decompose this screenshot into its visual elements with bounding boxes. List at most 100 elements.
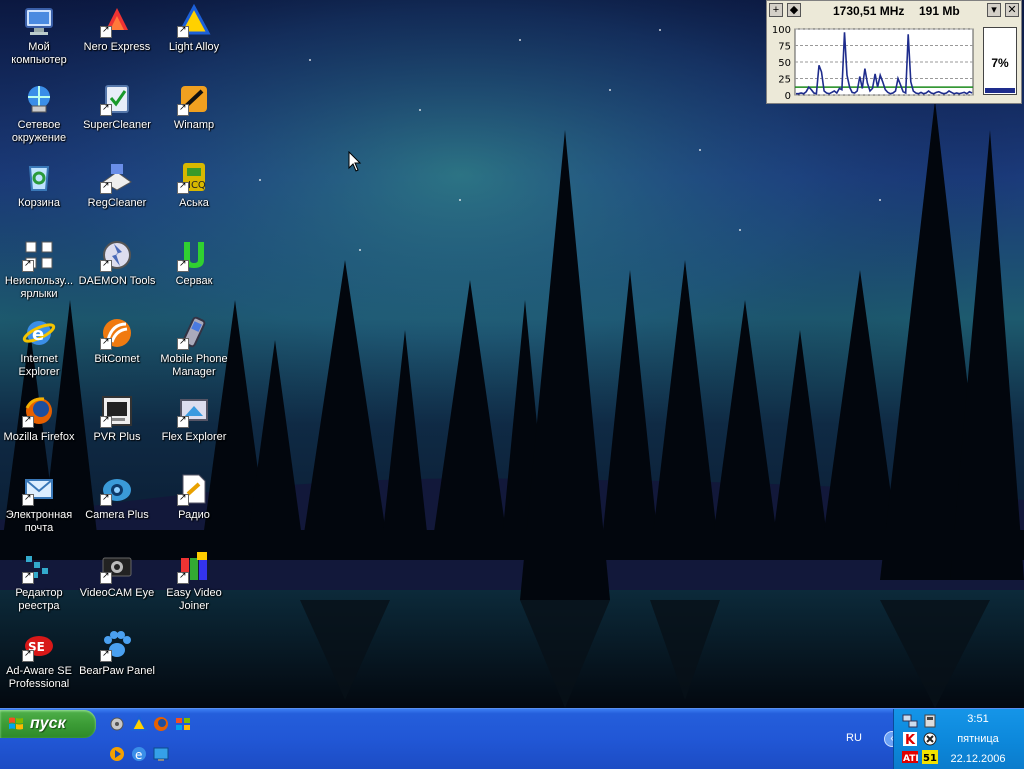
winamp-icon <box>177 82 211 116</box>
desktop-icon-pvr-plus[interactable]: PVR Plus <box>78 392 156 462</box>
shortcut-arrow-icon <box>22 492 34 506</box>
shortcut-arrow-icon <box>177 258 189 272</box>
desktop-icon-radio[interactable]: Радио <box>155 470 233 540</box>
quicklaunch-settings-icon[interactable] <box>108 715 126 733</box>
language-indicator[interactable]: RU <box>846 732 862 744</box>
cpu-usage-meter: 7% <box>983 27 1017 95</box>
unused-shortcuts-icon <box>22 238 56 272</box>
bluetooth-tray-icon[interactable] <box>922 731 938 747</box>
shortcut-arrow-icon <box>177 102 189 116</box>
desktop-icon-label: PVR Plus <box>93 431 141 443</box>
temperature-tray-badge[interactable]: 51 <box>922 749 938 765</box>
desktop-icon-nero-express[interactable]: Nero Express <box>78 2 156 72</box>
svg-text:K: K <box>905 733 916 747</box>
desktop-icon-bitcomet[interactable]: BitComet <box>78 314 156 384</box>
desktop-icon-mozilla-firefox[interactable]: Mozilla Firefox <box>0 392 78 462</box>
svg-text:e: e <box>32 324 44 345</box>
desktop-icon-bearpaw-panel[interactable]: BearPaw Panel <box>78 626 156 696</box>
desktop-icon-label: Радио <box>178 509 210 521</box>
desktop-icon-unused-shortcuts[interactable]: Неиспользу... ярлыки <box>0 236 78 306</box>
quicklaunch-desktop-icon[interactable] <box>152 745 170 763</box>
desktop-icon-label: Camera Plus <box>85 509 149 521</box>
desktop-icon-supercleaner[interactable]: SuperCleaner <box>78 80 156 150</box>
cpu-graph-y-tick: 75 <box>778 42 791 53</box>
network-tray-icon[interactable] <box>902 713 918 729</box>
shortcut-arrow-icon <box>100 492 112 506</box>
phone-icon <box>177 316 211 350</box>
svg-text:ATI: ATI <box>903 754 918 764</box>
clock-day: пятница <box>957 733 999 745</box>
svg-text:ICQ: ICQ <box>188 180 206 191</box>
quicklaunch-windows-icon[interactable] <box>174 715 192 733</box>
expand-icon[interactable]: + <box>769 3 783 17</box>
settings-icon[interactable]: ◆ <box>787 3 801 17</box>
desktop-icon-servak[interactable]: Сервак <box>155 236 233 306</box>
svg-text:51: 51 <box>923 753 937 764</box>
cpu-usage-percent: 7% <box>991 56 1009 70</box>
shortcut-arrow-icon <box>100 570 112 584</box>
desktop-icon-label: BearPaw Panel <box>79 665 155 677</box>
desktop-icon-email[interactable]: Электронная почта <box>0 470 78 540</box>
bearpaw-icon <box>100 628 134 662</box>
shortcut-arrow-icon <box>177 570 189 584</box>
quicklaunch-light-alloy-icon[interactable] <box>130 715 148 733</box>
clock-time[interactable]: 3:51 <box>944 713 1012 725</box>
shortcut-arrow-icon <box>100 414 112 428</box>
cpu-frequency: 1730,51 MHz <box>833 4 905 18</box>
desktop-icon-light-alloy[interactable]: Light Alloy <box>155 2 233 72</box>
desktop-icon-videocam-eye[interactable]: VideoCAM Eye <box>78 548 156 618</box>
video-joiner-icon <box>177 550 211 584</box>
bitcomet-icon <box>100 316 134 350</box>
desktop-icon-label: Сетевое окружение <box>11 119 67 144</box>
shortcut-arrow-icon <box>22 570 34 584</box>
desktop-icon-registry-editor[interactable]: Редактор реестра <box>0 548 78 618</box>
system-tray: K ATI 51 3:51 пятница 22.12.2006 <box>893 709 1024 769</box>
regcleaner-icon <box>100 160 134 194</box>
quicklaunch-media-player-icon[interactable] <box>108 745 126 763</box>
shortcut-arrow-icon <box>100 336 112 350</box>
desktop-icon-label: Nero Express <box>83 41 151 53</box>
desktop-icon-icq[interactable]: ICQ Аська <box>155 158 233 228</box>
kaspersky-tray-icon[interactable]: K <box>902 731 918 747</box>
desktop-icon-winamp[interactable]: Winamp <box>155 80 233 150</box>
desktop-icon-ad-aware[interactable]: SE Ad-Aware SE Professional <box>0 626 78 696</box>
ie-icon: e <box>22 316 56 350</box>
pvr-icon <box>100 394 134 428</box>
desktop-icon-label: Internet Explorer <box>18 353 60 378</box>
email-icon <box>22 472 56 506</box>
desktop-icon-label: Flex Explorer <box>161 431 227 443</box>
start-button[interactable]: пуск <box>0 710 96 738</box>
radio-icon <box>177 472 211 506</box>
desktop-icon-easy-video-joiner[interactable]: Easy Video Joiner <box>155 548 233 618</box>
ati-tray-icon[interactable]: ATI <box>902 749 918 765</box>
shortcut-arrow-icon <box>177 414 189 428</box>
desktop-icon-label: Сервак <box>175 275 213 287</box>
desktop-icon-daemon-tools[interactable]: DAEMON Tools <box>78 236 156 306</box>
desktop-icon-my-computer[interactable]: Мой компьютер <box>0 2 78 72</box>
start-label: пуск <box>30 715 66 732</box>
quicklaunch-ie-icon[interactable]: e <box>130 745 148 763</box>
device-tray-icon[interactable] <box>922 713 938 729</box>
cpu-graph-y-tick: 100 <box>772 25 791 36</box>
shortcut-arrow-icon <box>22 648 34 662</box>
desktop-icon-network[interactable]: Сетевое окружение <box>0 80 78 150</box>
desktop-icon-recycle-bin[interactable]: Корзина <box>0 158 78 228</box>
desktop-icon-regcleaner[interactable]: RegCleaner <box>78 158 156 228</box>
desktop-icon-internet-explorer[interactable]: e Internet Explorer <box>0 314 78 384</box>
computer-icon <box>22 4 56 38</box>
desktop-icon-label: Light Alloy <box>168 41 220 53</box>
memory-usage: 191 Mb <box>919 4 960 18</box>
taskbar: пуск e RU ‹ K ATI 51 3:51 пятница 22.12.… <box>0 708 1024 769</box>
shortcut-arrow-icon <box>100 180 112 194</box>
pin-icon[interactable]: ▾ <box>987 3 1001 17</box>
close-icon[interactable]: ✕ <box>1005 3 1019 17</box>
desktop-icon-camera-plus[interactable]: Camera Plus <box>78 470 156 540</box>
desktop-icon-mobile-phone-manager[interactable]: Mobile Phone Manager <box>155 314 233 384</box>
desktop-icon-label: DAEMON Tools <box>78 275 156 287</box>
desktop-icon-label: SuperCleaner <box>83 119 151 131</box>
desktop-icon-flex-explorer[interactable]: Flex Explorer <box>155 392 233 462</box>
desktop-icon-label: Корзина <box>18 197 60 209</box>
desktop-icon-label: Winamp <box>173 119 215 131</box>
quicklaunch-firefox-icon[interactable] <box>152 715 170 733</box>
desktop-icon-label: BitComet <box>94 353 140 365</box>
